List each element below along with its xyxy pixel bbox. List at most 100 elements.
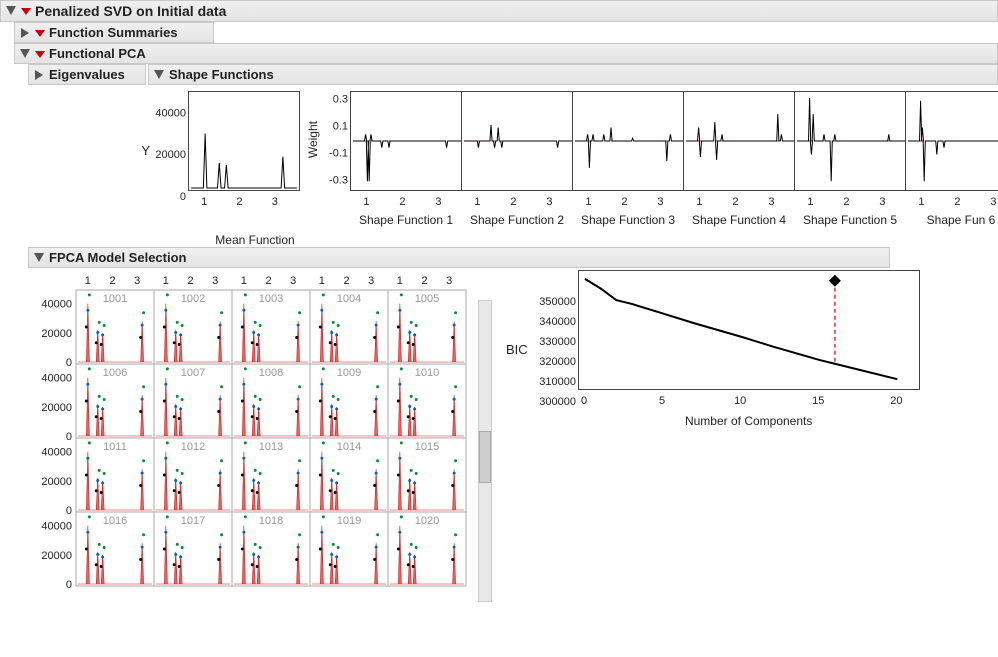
svg-text:1012: 1012	[181, 441, 205, 453]
svg-text:1: 1	[696, 196, 702, 208]
shape-function-label: Shape Function 4	[683, 209, 795, 227]
shape-function-5[interactable]: 123Shape Function 5	[794, 91, 906, 227]
svg-text:1015: 1015	[415, 441, 439, 453]
shape-function-label: Shape Function 3	[572, 209, 684, 227]
svg-text:1014: 1014	[337, 441, 361, 453]
svg-text:1001: 1001	[103, 293, 127, 305]
svg-text:15: 15	[812, 395, 824, 407]
svg-text:1003: 1003	[259, 293, 283, 305]
svg-text:40000: 40000	[41, 521, 72, 533]
svg-text:-0.3: -0.3	[329, 174, 348, 186]
menu-dropdown-icon[interactable]	[35, 49, 45, 59]
svg-text:1011: 1011	[103, 441, 127, 453]
svg-text:1009: 1009	[337, 367, 361, 379]
svg-text:350000: 350000	[539, 296, 576, 308]
svg-text:1: 1	[918, 196, 924, 208]
svg-text:1: 1	[474, 196, 480, 208]
section-shape-functions[interactable]: Shape Functions	[148, 64, 998, 85]
svg-text:1006: 1006	[103, 367, 127, 379]
svg-text:3: 3	[368, 275, 374, 287]
disclosure-open-icon[interactable]	[33, 252, 45, 264]
fpca-small-multiples[interactable]: 1231231231231230200004000002000040000020…	[28, 270, 478, 610]
svg-text:1005: 1005	[415, 293, 439, 305]
svg-text:1017: 1017	[181, 515, 205, 527]
section-eigenvalues[interactable]: Eigenvalues	[28, 64, 146, 85]
svg-text:1: 1	[201, 196, 207, 208]
svg-text:20000: 20000	[41, 550, 72, 562]
svg-text:40000: 40000	[155, 107, 186, 119]
shape-function-label: Shape Function 1	[350, 209, 462, 227]
shape-function-3[interactable]: 1 2 3Shape Function 3	[572, 91, 684, 227]
svg-text:3: 3	[446, 275, 452, 287]
svg-text:2: 2	[843, 196, 849, 208]
section-label: Eigenvalues	[49, 67, 125, 82]
section-label: Function Summaries	[49, 25, 178, 40]
svg-text:310000: 310000	[539, 376, 576, 388]
svg-text:3: 3	[290, 275, 296, 287]
mean-function-plot[interactable]	[188, 91, 300, 191]
svg-text:1: 1	[807, 196, 813, 208]
svg-text:3: 3	[990, 196, 996, 208]
bic-x-label: Number of Components	[578, 410, 920, 428]
svg-text:340000: 340000	[539, 316, 576, 328]
disclosure-open-icon[interactable]	[153, 69, 165, 81]
svg-text:2: 2	[621, 196, 627, 208]
svg-text:1019: 1019	[337, 515, 361, 527]
section-label: Functional PCA	[49, 46, 146, 61]
section-label: FPCA Model Selection	[49, 250, 186, 265]
svg-text:3: 3	[657, 196, 663, 208]
svg-text:40000: 40000	[41, 299, 72, 311]
scrollbar[interactable]	[478, 300, 492, 602]
y-axis-label: Y	[141, 143, 150, 158]
svg-text:0: 0	[66, 505, 72, 517]
svg-text:10: 10	[734, 395, 746, 407]
section-penalized-svd[interactable]: Penalized SVD on Initial data	[0, 0, 998, 22]
section-function-summaries[interactable]: Function Summaries	[14, 22, 214, 43]
svg-text:0: 0	[66, 579, 72, 591]
scrollbar-thumb[interactable]	[479, 431, 491, 483]
svg-text:1004: 1004	[337, 293, 361, 305]
svg-text:3: 3	[546, 196, 552, 208]
svg-text:1016: 1016	[103, 515, 127, 527]
shape-function-4[interactable]: 123Shape Function 4	[683, 91, 795, 227]
svg-text:330000: 330000	[539, 336, 576, 348]
svg-text:2: 2	[265, 275, 271, 287]
disclosure-open-icon[interactable]	[5, 5, 17, 17]
section-title: Penalized SVD on Initial data	[35, 3, 226, 19]
bic-plot[interactable]	[578, 270, 920, 390]
menu-dropdown-icon[interactable]	[21, 6, 31, 16]
svg-text:3: 3	[134, 275, 140, 287]
section-functional-pca[interactable]: Functional PCA	[14, 43, 998, 64]
svg-text:20000: 20000	[41, 402, 72, 414]
shape-function-2[interactable]: 123Shape Function 2	[461, 91, 573, 227]
svg-text:1: 1	[241, 275, 247, 287]
svg-text:1010: 1010	[415, 367, 439, 379]
weight-axis-label: Weight	[306, 121, 320, 158]
svg-text:1008: 1008	[259, 367, 283, 379]
section-label: Shape Functions	[169, 67, 274, 82]
svg-text:1: 1	[397, 275, 403, 287]
shape-function-6[interactable]: 123Shape Fun 6	[905, 91, 998, 227]
section-fpca-model-selection[interactable]: FPCA Model Selection	[28, 247, 890, 268]
svg-text:2: 2	[187, 275, 193, 287]
disclosure-closed-icon[interactable]	[33, 69, 45, 81]
svg-text:20000: 20000	[155, 149, 186, 161]
svg-text:1: 1	[585, 196, 591, 208]
mean-function-label: Mean Function	[190, 229, 320, 247]
svg-text:300000: 300000	[539, 396, 576, 408]
disclosure-closed-icon[interactable]	[19, 27, 31, 39]
svg-text:3: 3	[212, 275, 218, 287]
shape-function-1[interactable]: 123Shape Function 1	[350, 91, 462, 227]
svg-text:2: 2	[109, 275, 115, 287]
svg-text:3: 3	[272, 196, 278, 208]
svg-text:2: 2	[343, 275, 349, 287]
shape-functions-plots: Y 02000040000 123 Weight -0.3-0.10.10.3 …	[0, 85, 998, 229]
svg-text:1: 1	[163, 275, 169, 287]
svg-text:40000: 40000	[41, 447, 72, 459]
svg-text:0: 0	[66, 431, 72, 443]
disclosure-open-icon[interactable]	[19, 48, 31, 60]
shape-function-label: Shape Function 5	[794, 209, 906, 227]
svg-text:0.3: 0.3	[333, 94, 348, 106]
svg-text:2: 2	[399, 196, 405, 208]
menu-dropdown-icon[interactable]	[35, 28, 45, 38]
